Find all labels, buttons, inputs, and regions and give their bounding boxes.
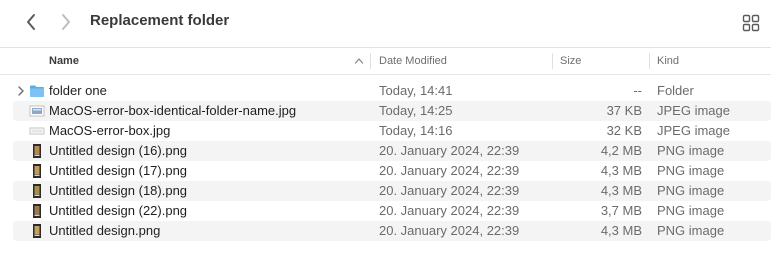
file-row-png-18[interactable]: Untitled design (18).png 20. January 202…: [13, 181, 771, 201]
file-row-jpeg-2[interactable]: MacOS-error-box.jpg Today, 14:16 32 KB J…: [13, 121, 771, 141]
png-file-icon: [33, 204, 41, 218]
file-row-png-16[interactable]: Untitled design (16).png 20. January 202…: [13, 141, 771, 161]
png-file-icon: [33, 164, 41, 178]
toolbar: Replacement folder: [0, 0, 771, 45]
column-header-size[interactable]: Size: [560, 48, 645, 74]
chevron-left-icon: [27, 14, 35, 30]
forward-button[interactable]: [55, 10, 77, 34]
file-kind: PNG image: [657, 203, 725, 218]
file-size: 32 KB: [606, 123, 642, 138]
file-row-png-17[interactable]: Untitled design (17).png 20. January 202…: [13, 161, 771, 181]
file-name: folder one: [49, 83, 107, 98]
file-size: 4,2 MB: [600, 143, 642, 158]
file-size: 3,7 MB: [600, 203, 642, 218]
folder-icon: [30, 85, 44, 97]
header-divider: [0, 74, 771, 75]
file-kind: JPEG image: [657, 123, 730, 138]
disclosure-triangle-icon[interactable]: [16, 85, 26, 97]
view-mode-button[interactable]: [740, 12, 762, 34]
jpeg-file-icon: [29, 127, 45, 135]
file-date: 20. January 2024, 22:39: [379, 163, 520, 178]
file-row-folder-one[interactable]: folder one Today, 14:41 -- Folder: [13, 81, 771, 101]
jpeg-file-icon: [29, 105, 45, 117]
back-button[interactable]: [20, 10, 42, 34]
file-name: Untitled design (17).png: [49, 163, 188, 178]
grid-view-icon: [742, 14, 760, 32]
file-name: Untitled design.png: [49, 223, 161, 238]
file-date: 20. January 2024, 22:39: [379, 203, 520, 218]
file-date: 20. January 2024, 22:39: [379, 143, 520, 158]
column-header-date[interactable]: Date Modified: [379, 48, 549, 74]
column-separator[interactable]: [649, 53, 650, 69]
window-title: Replacement folder: [90, 12, 230, 29]
file-kind: PNG image: [657, 163, 725, 178]
png-file-icon: [33, 224, 41, 238]
png-file-icon: [33, 184, 41, 198]
sort-ascending-icon[interactable]: [354, 56, 364, 66]
file-date: Today, 14:25: [379, 103, 453, 118]
column-separator[interactable]: [370, 53, 371, 69]
file-date: 20. January 2024, 22:39: [379, 183, 520, 198]
file-size: 4,3 MB: [600, 183, 642, 198]
file-kind: JPEG image: [657, 103, 730, 118]
column-header-kind[interactable]: Kind: [657, 48, 767, 74]
column-header-name[interactable]: Name: [49, 48, 369, 74]
file-name: Untitled design (22).png: [49, 203, 188, 218]
file-size: 37 KB: [606, 103, 642, 118]
file-name: Untitled design (16).png: [49, 143, 188, 158]
file-row-jpeg-1[interactable]: MacOS-error-box-identical-folder-name.jp…: [13, 101, 771, 121]
file-row-png-22[interactable]: Untitled design (22).png 20. January 202…: [13, 201, 771, 221]
file-size: 4,3 MB: [600, 223, 642, 238]
file-size: --: [633, 83, 642, 98]
file-date: Today, 14:16: [379, 123, 453, 138]
file-kind: PNG image: [657, 183, 725, 198]
file-name: MacOS-error-box-identical-folder-name.jp…: [49, 103, 297, 118]
file-date: Today, 14:41: [379, 83, 453, 98]
file-kind: PNG image: [657, 223, 725, 238]
chevron-right-icon: [62, 14, 70, 30]
file-kind: Folder: [657, 83, 694, 98]
file-name: MacOS-error-box.jpg: [49, 123, 171, 138]
file-kind: PNG image: [657, 143, 725, 158]
file-name: Untitled design (18).png: [49, 183, 188, 198]
file-size: 4,3 MB: [600, 163, 642, 178]
column-separator[interactable]: [552, 53, 553, 69]
png-file-icon: [33, 144, 41, 158]
file-row-png-untitled[interactable]: Untitled design.png 20. January 2024, 22…: [13, 221, 771, 241]
column-header: Name Date Modified Size Kind: [0, 48, 771, 74]
file-date: 20. January 2024, 22:39: [379, 223, 520, 238]
